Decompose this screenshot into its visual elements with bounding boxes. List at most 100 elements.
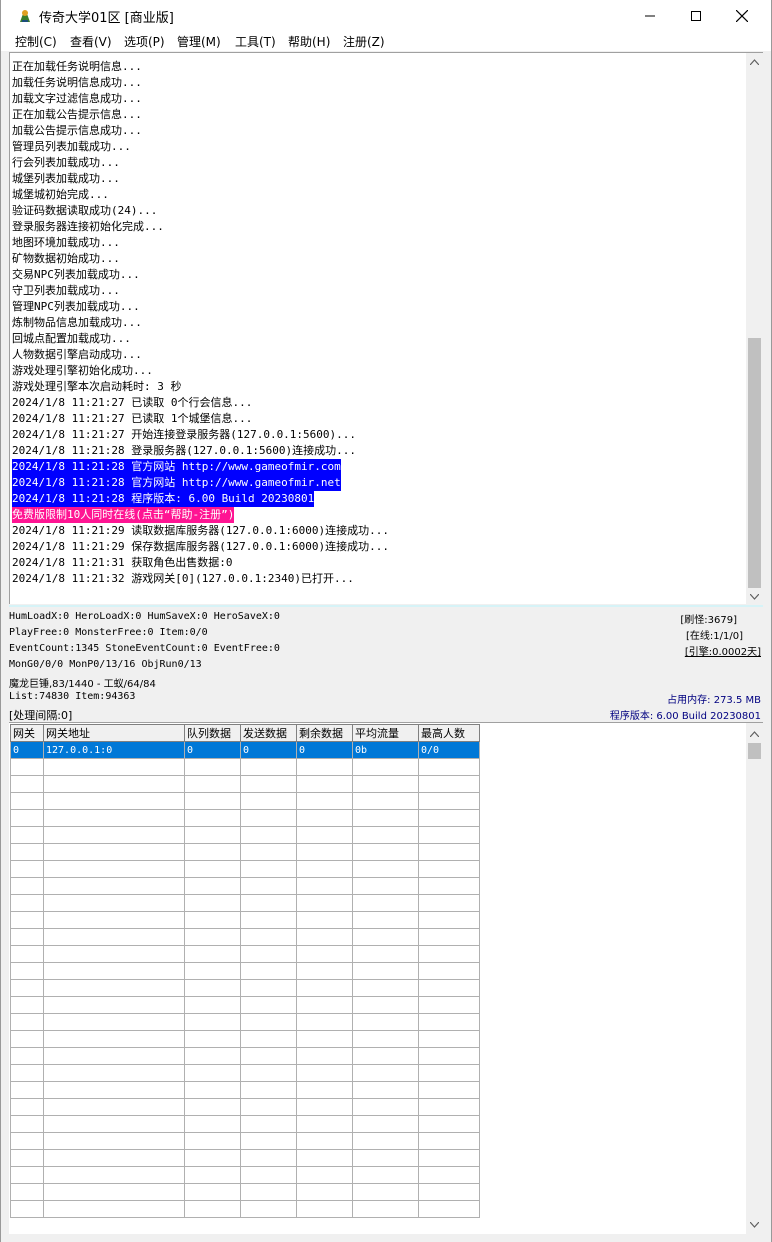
table-cell — [296, 1200, 353, 1218]
table-row[interactable] — [10, 962, 480, 980]
table-cell — [352, 962, 419, 980]
log-line: 地图环境加载成功... — [12, 236, 120, 249]
menu-manage[interactable]: 管理(M) — [177, 33, 221, 50]
table-cell — [184, 1132, 241, 1150]
table-cell — [296, 1047, 353, 1065]
table-row[interactable] — [10, 1030, 480, 1048]
status-engine[interactable]: [引擎:0.0002天] — [685, 643, 761, 658]
table-cell — [240, 1064, 297, 1082]
grid-scrollbar[interactable] — [746, 723, 763, 1234]
table-cell — [296, 1183, 353, 1201]
table-row[interactable] — [10, 945, 480, 963]
table-row[interactable] — [10, 826, 480, 844]
table-row[interactable] — [10, 758, 480, 776]
gateway-table[interactable]: 网关 网关地址 队列数据 发送数据 剩余数据 平均流量 最高人数 0 127.0.… — [10, 724, 480, 1218]
table-cell — [296, 1098, 353, 1116]
table-cell — [296, 996, 353, 1014]
table-row[interactable] — [10, 996, 480, 1014]
table-row[interactable] — [10, 1115, 480, 1133]
log-scroll-thumb[interactable] — [748, 338, 761, 588]
table-cell — [296, 758, 353, 776]
col-remaining-data[interactable]: 剩余数据 — [296, 724, 353, 742]
table-row[interactable]: 0 127.0.0.1:0 0 0 0 0b 0/0 — [10, 741, 480, 759]
table-cell — [43, 758, 185, 776]
col-queue-data[interactable]: 队列数据 — [184, 724, 241, 742]
menu-tools[interactable]: 工具(T) — [235, 33, 276, 50]
table-row[interactable] — [10, 792, 480, 810]
table-row[interactable] — [10, 979, 480, 997]
menu-help[interactable]: 帮助(H) — [288, 33, 330, 50]
table-cell — [43, 1047, 185, 1065]
table-cell — [240, 1132, 297, 1150]
grid-scroll-down-icon[interactable] — [746, 1216, 763, 1233]
log-line: 游戏处理引擎初始化成功... — [12, 364, 153, 377]
table-cell — [184, 962, 241, 980]
table-cell — [10, 758, 44, 776]
log-line: 2024/1/8 11:21:29 读取数据库服务器(127.0.0.1:600… — [12, 524, 390, 537]
table-row[interactable] — [10, 1132, 480, 1150]
grid-scroll-up-icon[interactable] — [746, 725, 763, 742]
log-line: 矿物数据初始成功... — [12, 252, 120, 265]
log-line: 回城点配置加载成功... — [12, 332, 131, 345]
table-cell — [418, 945, 480, 963]
table-row[interactable] — [10, 1013, 480, 1031]
minimize-button[interactable] — [627, 0, 673, 31]
log-panel[interactable]: 正在加载任务说明信息... 加载任务说明信息成功... 加载文字过滤信息成功... 正… — [9, 52, 763, 604]
table-cell — [418, 1132, 480, 1150]
table-cell — [418, 962, 480, 980]
col-gateway[interactable]: 网关 — [10, 724, 44, 742]
menu-view[interactable]: 查看(V) — [70, 33, 112, 50]
log-line: 管理NPC列表加载成功... — [12, 300, 140, 313]
table-row[interactable] — [10, 775, 480, 793]
table-row[interactable] — [10, 1081, 480, 1099]
status-free-stats: PlayFree:0 MonsterFree:0 Item:0/0 — [9, 627, 208, 638]
log-line: 2024/1/8 11:21:31 获取角色出售数据:0 — [12, 556, 233, 569]
table-cell — [240, 928, 297, 946]
table-cell — [184, 1166, 241, 1184]
close-button[interactable] — [719, 0, 765, 31]
gateway-grid-panel[interactable]: 网关 网关地址 队列数据 发送数据 剩余数据 平均流量 最高人数 0 127.0.… — [9, 722, 763, 1234]
col-send-data[interactable]: 发送数据 — [240, 724, 297, 742]
log-line: 2024/1/8 11:21:28 登录服务器(127.0.0.1:5600)连… — [12, 444, 357, 457]
table-row[interactable] — [10, 843, 480, 861]
table-cell — [184, 758, 241, 776]
table-row[interactable] — [10, 1149, 480, 1167]
table-row[interactable] — [10, 877, 480, 895]
col-average-traffic[interactable]: 平均流量 — [352, 724, 419, 742]
grid-scroll-thumb[interactable] — [748, 743, 761, 759]
col-gateway-address[interactable]: 网关地址 — [43, 724, 185, 742]
log-scrollbar[interactable] — [746, 53, 763, 604]
log-line: 登录服务器连接初始化完成... — [12, 220, 164, 233]
table-row[interactable] — [10, 1166, 480, 1184]
close-icon — [736, 9, 748, 22]
log-line: 2024/1/8 11:21:28 官方网站 http://www.gameof… — [12, 475, 341, 491]
col-max-players[interactable]: 最高人数 — [418, 724, 480, 742]
table-row[interactable] — [10, 1098, 480, 1116]
table-cell — [296, 826, 353, 844]
table-row[interactable] — [10, 911, 480, 929]
menu-options[interactable]: 选项(P) — [124, 33, 165, 50]
table-row[interactable] — [10, 1183, 480, 1201]
table-row[interactable] — [10, 1047, 480, 1065]
table-cell — [240, 962, 297, 980]
maximize-button[interactable] — [673, 0, 719, 31]
table-cell — [240, 758, 297, 776]
status-refresh: [刷怪:3679] — [680, 615, 737, 626]
table-row[interactable] — [10, 809, 480, 827]
table-cell — [240, 1115, 297, 1133]
scroll-down-icon[interactable] — [746, 588, 763, 604]
table-row[interactable] — [10, 860, 480, 878]
table-row[interactable] — [10, 894, 480, 912]
table-row[interactable] — [10, 1064, 480, 1082]
table-row[interactable] — [10, 928, 480, 946]
table-row[interactable] — [10, 1200, 480, 1218]
table-cell — [296, 809, 353, 827]
menu-control[interactable]: 控制(C) — [15, 33, 57, 50]
scroll-up-icon[interactable] — [746, 53, 763, 70]
table-cell — [43, 775, 185, 793]
title-bar[interactable]: 传奇大学01区 [商业版] — [1, 0, 771, 31]
table-cell — [418, 1166, 480, 1184]
table-cell — [418, 826, 480, 844]
menu-register[interactable]: 注册(Z) — [343, 33, 385, 50]
status-panel: HumLoadX:0 HeroLoadX:0 HumSaveX:0 HeroSa… — [9, 605, 763, 722]
